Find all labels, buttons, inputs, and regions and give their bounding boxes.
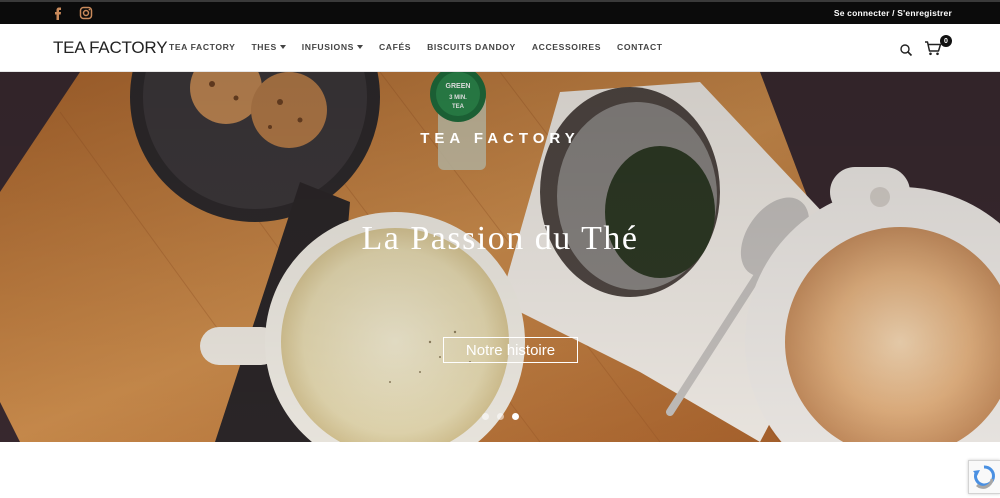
- hero-cta-button[interactable]: Notre histoire: [443, 337, 578, 363]
- slider-dot-1[interactable]: [482, 413, 489, 420]
- facebook-icon[interactable]: [50, 5, 66, 21]
- nav-label: ACCESSOIRES: [531, 42, 602, 52]
- auth-links[interactable]: Se connecter / S'enregistrer: [834, 8, 952, 18]
- nav-label: TEA FACTORY: [169, 42, 236, 52]
- caret-down-icon: [356, 45, 363, 49]
- instagram-icon[interactable]: [78, 5, 94, 21]
- nav-item-biscuits-dandoy[interactable]: BISCUITS DANDOY: [427, 42, 516, 52]
- slider-dots: [482, 413, 519, 420]
- nav-label: BISCUITS DANDOY: [427, 42, 516, 52]
- nav-label: CAFÉS: [378, 42, 412, 52]
- site-logo[interactable]: TEA FACTORY: [53, 38, 168, 58]
- search-icon[interactable]: [899, 43, 913, 57]
- slider-dot-2[interactable]: [497, 413, 504, 420]
- nav-item-infusions[interactable]: INFUSIONS: [302, 42, 363, 52]
- nav-label: CONTACT: [617, 42, 663, 52]
- caret-down-icon: [279, 45, 286, 49]
- logo-text-tea: TEA: [53, 38, 85, 57]
- slider-dot-3[interactable]: [512, 413, 519, 420]
- login-register-link[interactable]: Se connecter / S'enregistrer: [834, 8, 952, 18]
- recaptcha-icon: [973, 465, 995, 489]
- cart-count-badge: 0: [940, 35, 952, 47]
- nav-label: THES: [251, 42, 277, 52]
- nav-item-cafes[interactable]: CAFÉS: [379, 42, 411, 52]
- nav-item-thes[interactable]: THES: [251, 42, 286, 52]
- hero-eyebrow: TEA FACTORY: [420, 130, 580, 147]
- hero-headline: La Passion du Thé: [361, 220, 639, 257]
- main-nav: TEA FACTORY THES INFUSIONS CAFÉS BISCUIT…: [169, 42, 679, 52]
- nav-label: INFUSIONS: [301, 42, 354, 52]
- recaptcha-badge[interactable]: [968, 460, 1000, 494]
- logo-text-factory: FACTORY: [89, 38, 168, 57]
- site-header: TEA FACTORY TEA FACTORY THES INFUSIONS C…: [0, 24, 1000, 72]
- top-bar: Se connecter / S'enregistrer: [0, 0, 1000, 24]
- social-links: [50, 5, 94, 21]
- hero-slider: GREEN 3 MIN. TEA TEA FACTORY La Passion …: [0, 72, 1000, 442]
- nav-item-tea-factory[interactable]: TEA FACTORY: [169, 42, 235, 52]
- nav-item-contact[interactable]: CONTACT: [617, 42, 663, 52]
- nav-item-accessoires[interactable]: ACCESSOIRES: [532, 42, 601, 52]
